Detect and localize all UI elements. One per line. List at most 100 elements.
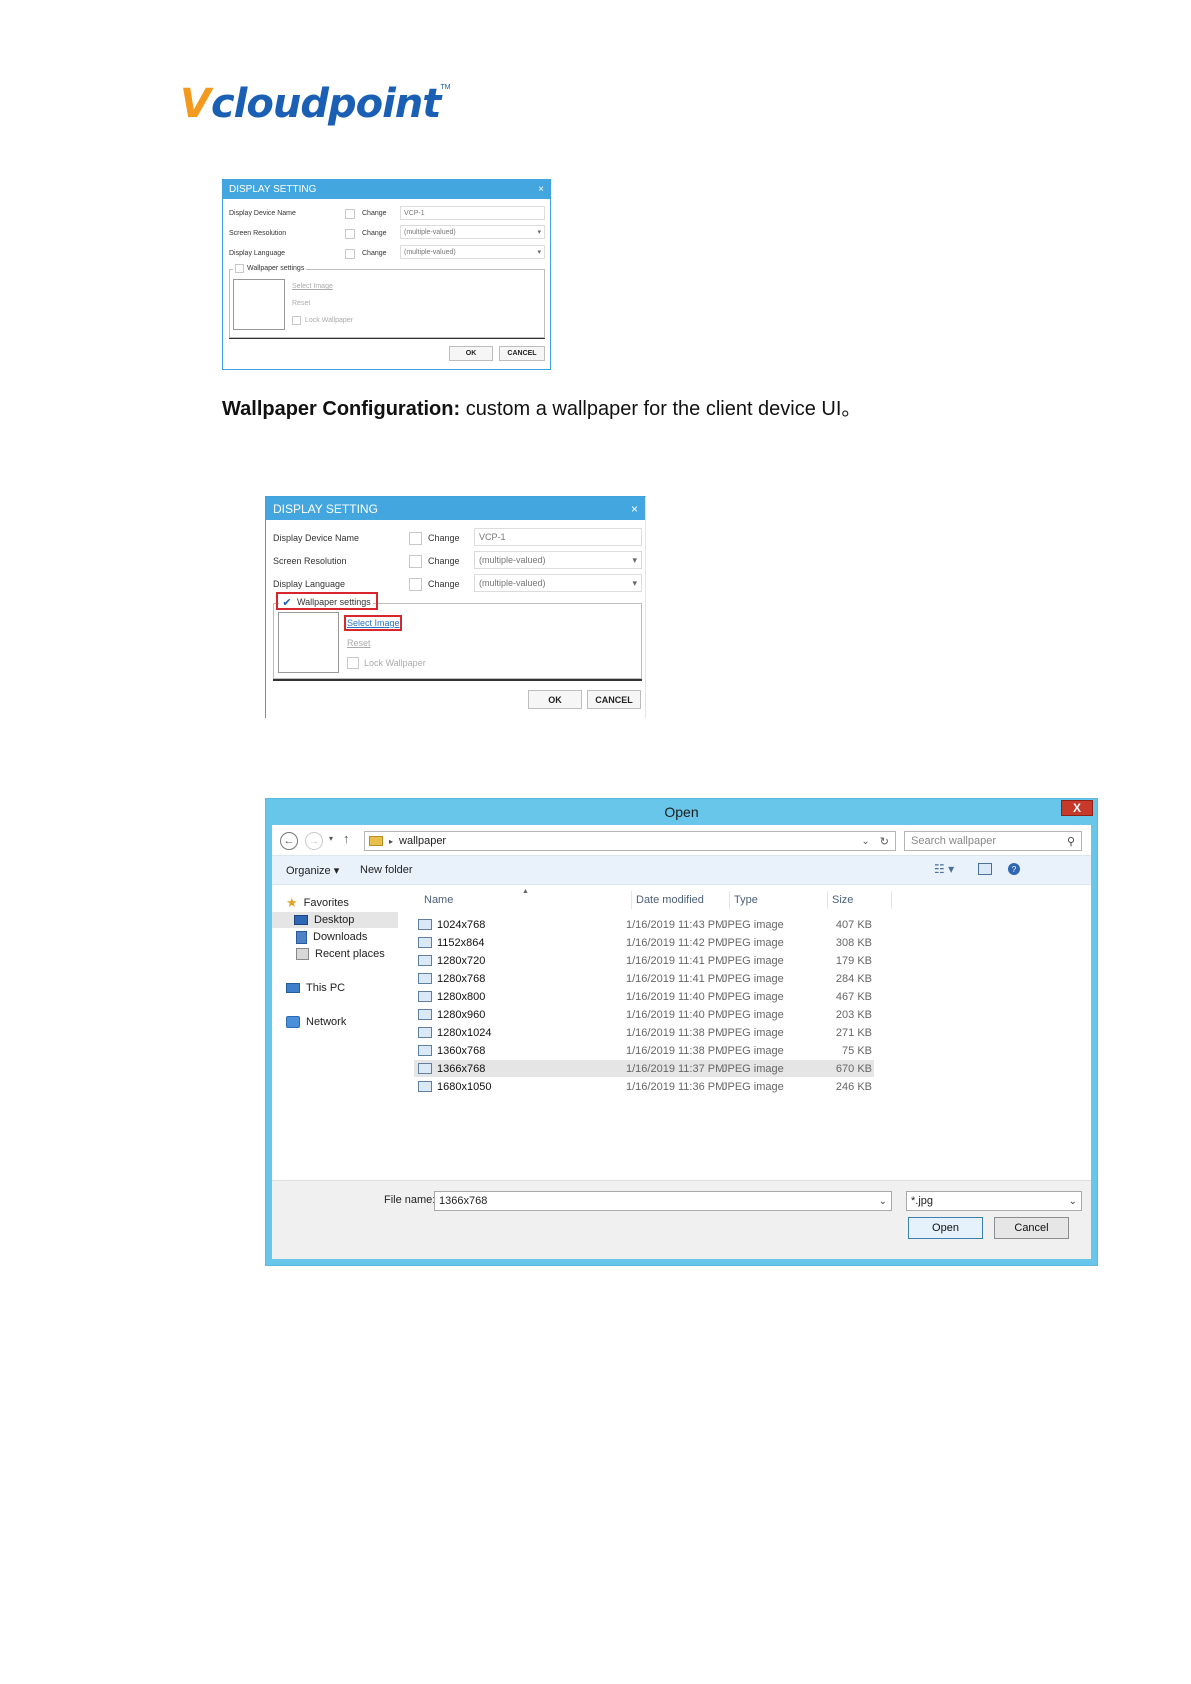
column-header-type[interactable]: Type <box>730 891 828 909</box>
file-row[interactable]: 1280x768 1/16/2019 11:41 PM JPEG image 2… <box>414 970 874 987</box>
change-resolution-checkbox[interactable] <box>409 555 422 568</box>
highlight-wallpaper-settings <box>276 592 378 610</box>
reset-link[interactable]: Reset <box>292 300 310 307</box>
command-bar: Organize ▾ New folder ☷ ▾ ? <box>272 855 1091 885</box>
new-folder-button[interactable]: New folder <box>360 864 413 876</box>
lock-wallpaper-checkbox[interactable] <box>347 657 359 669</box>
device-name-field[interactable]: VCP-1 <box>400 206 545 220</box>
column-header-name[interactable]: Name ▲ <box>414 888 632 909</box>
nav-downloads[interactable]: Downloads <box>296 929 367 945</box>
file-row[interactable]: 1280x1024 1/16/2019 11:38 PM JPEG image … <box>414 1024 874 1041</box>
nav-network[interactable]: Network <box>286 1014 346 1030</box>
lock-wallpaper-option[interactable]: Lock Wallpaper <box>347 657 426 669</box>
up-icon[interactable]: ↑ <box>343 831 350 846</box>
image-file-icon <box>418 1081 432 1092</box>
file-row[interactable]: 1152x864 1/16/2019 11:42 PM JPEG image 3… <box>414 934 874 951</box>
device-name-field[interactable]: VCP-1 <box>474 528 642 546</box>
image-file-icon <box>418 919 432 930</box>
language-select[interactable]: (multiple-valued) ▾ <box>474 574 642 592</box>
column-header-size[interactable]: Size <box>828 891 892 909</box>
nav-favorites-label: Favorites <box>303 897 349 909</box>
file-name: 1280x1024 <box>437 1026 492 1039</box>
wallpaper-settings-label: Wallpaper settings <box>247 265 305 272</box>
file-row[interactable]: 1280x800 1/16/2019 11:40 PM JPEG image 4… <box>414 988 874 1005</box>
chevron-down-icon[interactable]: ⌄ <box>879 1196 887 1207</box>
select-image-link[interactable]: Select Image <box>292 283 333 290</box>
lock-wallpaper-label: Lock Wallpaper <box>364 658 426 668</box>
change-device-name-checkbox[interactable] <box>409 532 422 545</box>
cancel-button[interactable]: CANCEL <box>499 346 545 361</box>
ok-button[interactable]: OK <box>449 346 493 361</box>
close-icon[interactable]: × <box>538 184 544 195</box>
caption-text: custom a wallpaper for the client device… <box>460 398 862 420</box>
file-type: JPEG image <box>722 990 784 1003</box>
file-size: 284 KB <box>835 972 872 985</box>
file-row[interactable]: 1280x720 1/16/2019 11:41 PM JPEG image 1… <box>414 952 874 969</box>
search-box[interactable]: Search wallpaper ⚲ <box>904 831 1082 851</box>
open-dialog-body: ← → ▾ ↑ ▸ wallpaper ⌄ ↻ Search wallpaper… <box>272 825 1091 1259</box>
lock-wallpaper-option[interactable]: Lock Wallpaper <box>292 316 353 325</box>
wallpaper-settings-legend: Wallpaper settings <box>233 264 307 273</box>
logo-tm: TM <box>440 84 451 91</box>
display-setting-dialog-large: DISPLAY SETTING × Display Device Name Ch… <box>265 496 646 718</box>
open-button[interactable]: Open <box>908 1217 983 1239</box>
close-icon[interactable]: X <box>1061 800 1093 816</box>
file-date: 1/16/2019 11:36 PM <box>626 1080 725 1093</box>
back-icon[interactable]: ← <box>280 832 298 850</box>
file-name: 1366x768 <box>437 1062 486 1075</box>
help-icon[interactable]: ? <box>1008 863 1020 875</box>
address-bar[interactable]: ▸ wallpaper ⌄ ↻ <box>364 831 896 851</box>
preview-pane-icon[interactable] <box>978 863 992 875</box>
nav-recent-places[interactable]: Recent places <box>296 946 385 962</box>
close-icon[interactable]: × <box>631 502 638 516</box>
image-file-icon <box>418 955 432 966</box>
label-device-name: Display Device Name <box>273 533 360 543</box>
cancel-button[interactable]: CANCEL <box>587 690 641 709</box>
chevron-down-icon: ▾ <box>537 229 541 236</box>
file-type: JPEG image <box>722 1044 784 1057</box>
resolution-select[interactable]: (multiple-valued) ▾ <box>474 551 642 569</box>
resolution-value: (multiple-valued) <box>479 555 546 565</box>
chevron-down-icon[interactable]: ⌄ <box>1069 1196 1077 1207</box>
file-name-input[interactable]: 1366x768 ⌄ <box>434 1191 892 1211</box>
chevron-down-icon[interactable]: ⌄ <box>861 836 869 847</box>
refresh-icon[interactable]: ↻ <box>880 835 889 848</box>
wallpaper-settings-checkbox[interactable] <box>235 264 244 273</box>
logo-word: cloudpoint <box>210 81 441 127</box>
file-row-selected[interactable]: 1366x768 1/16/2019 11:37 PM JPEG image 6… <box>414 1060 874 1077</box>
logo-v: V <box>180 81 211 127</box>
resolution-select[interactable]: (multiple-valued) ▾ <box>400 225 545 239</box>
file-type-filter[interactable]: *.jpg ⌄ <box>906 1191 1082 1211</box>
view-options-icon[interactable]: ☷ ▾ <box>934 862 954 876</box>
file-date: 1/16/2019 11:41 PM <box>626 972 725 985</box>
change-language-checkbox[interactable] <box>345 249 355 259</box>
change-resolution-checkbox[interactable] <box>345 229 355 239</box>
nav-this-pc[interactable]: This PC <box>286 980 345 996</box>
file-row[interactable]: 1680x1050 1/16/2019 11:36 PM JPEG image … <box>414 1078 874 1095</box>
image-file-icon <box>418 1045 432 1056</box>
file-size: 179 KB <box>835 954 872 967</box>
computer-icon <box>286 983 300 993</box>
organize-button[interactable]: Organize ▾ <box>286 864 339 877</box>
file-row[interactable]: 1024x768 1/16/2019 11:43 PM JPEG image 4… <box>414 916 874 933</box>
dialog-title: DISPLAY SETTING <box>229 184 317 195</box>
ok-button[interactable]: OK <box>528 690 582 709</box>
nav-desktop[interactable]: Desktop <box>272 912 398 928</box>
chevron-down-icon: ▾ <box>632 577 637 588</box>
forward-icon[interactable]: → <box>305 832 323 850</box>
file-row[interactable]: 1280x960 1/16/2019 11:40 PM JPEG image 2… <box>414 1006 874 1023</box>
language-select[interactable]: (multiple-valued) ▾ <box>400 245 545 259</box>
change-language-label: Change <box>428 579 460 589</box>
change-device-name-checkbox[interactable] <box>345 209 355 219</box>
reset-link[interactable]: Reset <box>347 638 371 648</box>
lock-wallpaper-checkbox[interactable] <box>292 316 301 325</box>
recent-places-icon <box>296 948 309 960</box>
file-row[interactable]: 1360x768 1/16/2019 11:38 PM JPEG image 7… <box>414 1042 874 1059</box>
cancel-button[interactable]: Cancel <box>994 1217 1069 1239</box>
change-language-checkbox[interactable] <box>409 578 422 591</box>
file-date: 1/16/2019 11:40 PM <box>626 990 725 1003</box>
column-header-date[interactable]: Date modified <box>632 891 730 909</box>
nav-favorites[interactable]: ★ Favorites <box>286 895 349 911</box>
search-icon[interactable]: ⚲ <box>1067 835 1075 848</box>
recent-dropdown-icon[interactable]: ▾ <box>329 834 333 843</box>
